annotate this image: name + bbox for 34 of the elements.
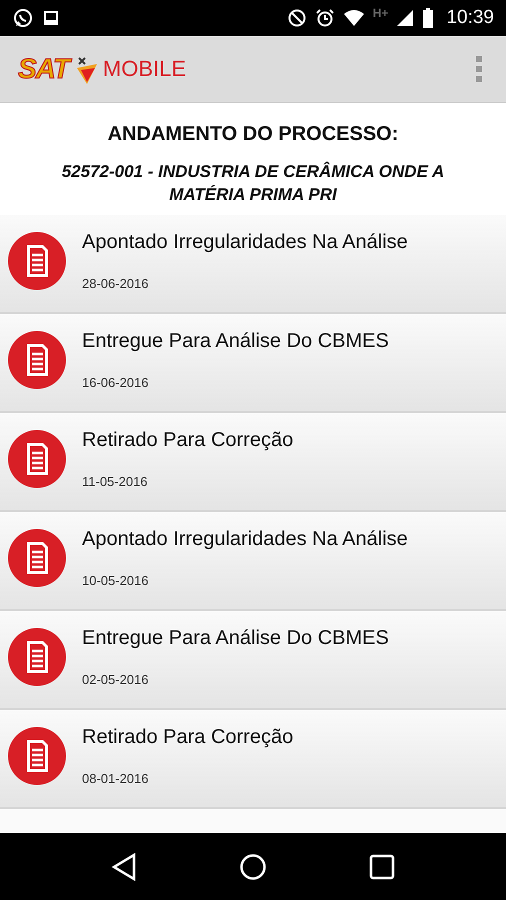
document-icon [7, 429, 67, 489]
home-icon[interactable] [239, 852, 267, 880]
item-title: Entregue Para Análise Do CBMES [82, 627, 389, 650]
battery-icon [422, 8, 434, 28]
item-date: 10-05-2016 [82, 573, 150, 588]
item-date: 11-05-2016 [82, 474, 149, 489]
item-title: Apontado Irregularidades Na Análise [82, 528, 408, 551]
image-icon [42, 9, 60, 27]
app-title: MOBILE [102, 56, 186, 82]
document-icon [7, 528, 67, 588]
logo-text: SAT [18, 53, 69, 85]
section-title: ANDAMENTO DO PROCESSO: [108, 123, 398, 146]
document-icon [7, 330, 67, 390]
document-icon [7, 726, 67, 786]
document-icon [7, 231, 67, 291]
item-title: Retirado Para Correção [82, 726, 294, 749]
wifi-icon [342, 9, 365, 27]
alarm-icon [314, 8, 335, 28]
network-type: H+ [372, 6, 388, 20]
item-date: 08-01-2016 [82, 771, 150, 786]
clock: 10:39 [446, 7, 494, 29]
document-icon [7, 627, 67, 687]
item-title: Retirado Para Correção [82, 429, 294, 452]
process-name: 52572-001 - INDUSTRIA DE CERÂMICA ONDE A MATÉRIA PRIMA PRI [60, 160, 446, 206]
chat-icon [12, 7, 34, 29]
item-title: Entregue Para Análise Do CBMES [82, 330, 389, 353]
item-date: 16-06-2016 [82, 375, 150, 390]
item-date: 02-05-2016 [82, 672, 150, 687]
item-date: 28-06-2016 [82, 276, 150, 291]
item-title: Apontado Irregularidades Na Análise [82, 231, 408, 254]
do-not-disturb-icon [286, 8, 307, 28]
recents-icon[interactable] [369, 854, 395, 880]
back-icon[interactable] [111, 852, 137, 880]
signal-icon [396, 9, 414, 27]
